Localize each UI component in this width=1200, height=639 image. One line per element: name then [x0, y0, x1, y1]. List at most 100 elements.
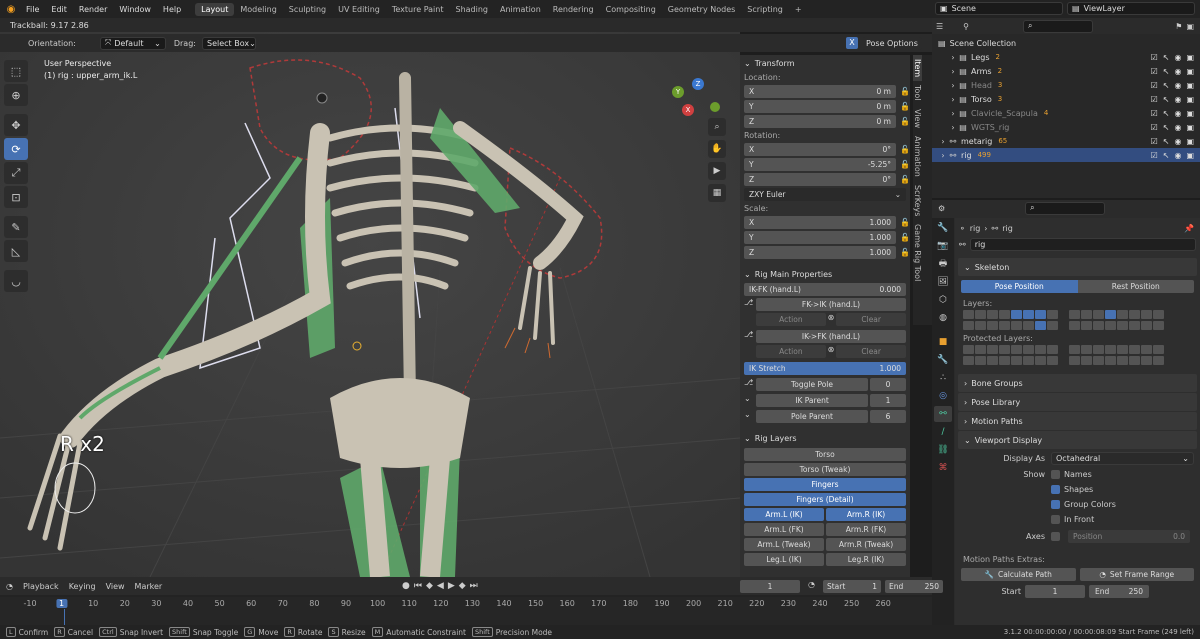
layer-toggle[interactable] [963, 356, 974, 365]
pose-library-section-header[interactable]: › Pose Library [958, 393, 1197, 411]
rotation-z-field[interactable]: Z 0° [744, 173, 896, 186]
rig-layer-button[interactable]: Fingers [744, 478, 906, 491]
rig-layer-button[interactable]: Arm.R (Tweak) [826, 538, 906, 551]
layer-toggle[interactable] [1023, 310, 1034, 319]
toggle-pole-value[interactable]: 0 [870, 378, 906, 391]
toggle-pole-button[interactable]: Toggle Pole [756, 378, 868, 391]
checkbox-icon[interactable]: ☑ [1151, 53, 1158, 62]
layer-toggle[interactable] [987, 321, 998, 330]
rig-layer-button[interactable]: Leg.R (IK) [826, 553, 906, 566]
fk-ik-action-button[interactable]: Action [756, 313, 826, 326]
checkbox-icon[interactable]: ☑ [1151, 123, 1158, 132]
eye-icon[interactable]: ◉ [1174, 81, 1181, 90]
outliner-item[interactable]: › ▤ Head 3 ☑ ↖ ◉ ▣ [932, 78, 1200, 92]
pole-parent-value[interactable]: 6 [870, 410, 906, 423]
axes-position-field[interactable]: Position 0.0 [1068, 530, 1190, 543]
next-keyframe-icon[interactable]: ◆ [459, 581, 466, 591]
gizmo-z-axis[interactable]: Z [692, 78, 704, 90]
armature-name-field[interactable]: rig [969, 238, 1196, 251]
lock-icon[interactable]: 🔓 [900, 102, 910, 111]
timeline-menu-keying[interactable]: Keying [69, 582, 96, 591]
workspace-tab-sculpting[interactable]: Sculpting [283, 3, 332, 16]
scale-y-field[interactable]: Y 1.000 [744, 231, 896, 244]
calculate-path-button[interactable]: 🔧 Calculate Path [961, 568, 1076, 581]
skeleton-section-header[interactable]: ⌄ Skeleton [958, 258, 1197, 276]
workspace-tab-rendering[interactable]: Rendering [547, 3, 600, 16]
axes-checkbox[interactable] [1051, 532, 1060, 541]
outliner-item[interactable]: › ▤ WGTS_rig ☑ ↖ ◉ ▣ [932, 120, 1200, 134]
layer-toggle[interactable] [1047, 321, 1058, 330]
layer-toggle[interactable] [1081, 321, 1092, 330]
end-frame-field[interactable]: End 250 [1089, 585, 1149, 598]
layer-toggle[interactable] [1081, 310, 1092, 319]
move-icon[interactable]: ✥ [4, 114, 28, 136]
lock-icon[interactable]: 🔓 [900, 160, 910, 169]
layer-toggle[interactable] [999, 310, 1010, 319]
layer-toggle[interactable] [975, 310, 986, 319]
expand-arrow-icon[interactable]: › [948, 95, 958, 104]
add-workspace-button[interactable]: + [789, 3, 808, 16]
bone-groups-section-header[interactable]: › Bone Groups [958, 374, 1197, 392]
object-tab-icon[interactable]: ■ [934, 334, 952, 350]
layer-toggle[interactable] [1023, 356, 1034, 365]
rig-layer-button[interactable]: Arm.L (IK) [744, 508, 824, 521]
pole-parent-button[interactable]: Pole Parent [756, 410, 868, 423]
sidebar-tab-game-rig-tool[interactable]: Game Rig Tool [913, 220, 922, 285]
expand-arrow-icon[interactable]: › [948, 81, 958, 90]
eye-icon[interactable]: ◉ [1174, 67, 1181, 76]
layer-toggle[interactable] [1141, 321, 1152, 330]
layer-toggle[interactable] [987, 345, 998, 354]
jump-end-icon[interactable]: ⏭ [470, 581, 478, 591]
ik-parent-button[interactable]: IK Parent [756, 394, 868, 407]
layer-toggle[interactable] [1035, 310, 1046, 319]
sidebar-tab-view[interactable]: View [913, 105, 922, 132]
layer-toggle[interactable] [1117, 356, 1128, 365]
camera-render-icon[interactable]: ▣ [1186, 151, 1194, 160]
layer-toggle[interactable] [999, 356, 1010, 365]
ik-parent-value[interactable]: 1 [870, 394, 906, 407]
timeline-menu-playback[interactable]: Playback [23, 582, 59, 591]
lock-icon[interactable]: 🔓 [900, 87, 910, 96]
select-arrow-icon[interactable]: ↖ [1163, 67, 1170, 76]
ik-fk-clear-button[interactable]: Clear [836, 345, 907, 358]
layer-toggle[interactable] [1153, 310, 1164, 319]
layer-toggle[interactable] [987, 310, 998, 319]
record-icon[interactable]: ● [402, 581, 410, 591]
particles-tab-icon[interactable]: ∴ [934, 370, 952, 386]
new-collection-icon[interactable]: ▣ [1186, 22, 1194, 31]
menu-window[interactable]: Window [113, 5, 157, 14]
properties-search-input[interactable]: ⌕ [1025, 201, 1106, 215]
scale-z-field[interactable]: Z 1.000 [744, 246, 896, 259]
rig-layer-button[interactable]: Arm.R (IK) [826, 508, 906, 521]
layer-toggle[interactable] [1035, 321, 1046, 330]
timeline-menu-view[interactable]: View [106, 582, 125, 591]
expand-arrow-icon[interactable]: › [948, 123, 958, 132]
gizmo-neg-y[interactable] [710, 102, 720, 112]
scene-tab-icon[interactable]: ⬡ [934, 292, 952, 308]
layer-toggle[interactable] [1011, 356, 1022, 365]
eye-icon[interactable]: ◉ [1174, 109, 1181, 118]
select-arrow-icon[interactable]: ↖ [1163, 81, 1170, 90]
layer-toggle[interactable] [1069, 321, 1080, 330]
layer-toggle[interactable] [1153, 345, 1164, 354]
playhead[interactable] [64, 609, 65, 625]
properties-editor-icon[interactable]: ⚙ [938, 204, 945, 213]
layer-toggle[interactable] [1093, 345, 1104, 354]
eye-icon[interactable]: ◉ [1174, 53, 1181, 62]
annotate-icon[interactable]: ✎ [4, 216, 28, 238]
expand-arrow-icon[interactable]: › [948, 67, 958, 76]
menu-edit[interactable]: Edit [45, 5, 73, 14]
modifier-tab-icon[interactable]: 🔧 [934, 352, 952, 368]
expand-arrow-icon[interactable]: › [948, 53, 958, 62]
rig-layer-button[interactable]: Fingers (Detail) [744, 493, 906, 506]
outliner-item[interactable]: › ▤ Arms 2 ☑ ↖ ◉ ▣ [932, 64, 1200, 78]
mirror-toggle-icon[interactable]: X [845, 37, 858, 49]
outliner-item[interactable]: › ⚯ metarig 65 ☑ ↖ ◉ ▣ [932, 134, 1200, 148]
timeline-ruler[interactable]: -10 1 10 20 30 40 50 60 70 80 90 100 110 120 130 140 150… [0, 597, 932, 625]
layer-toggle[interactable] [975, 356, 986, 365]
layer-toggle[interactable] [1069, 356, 1080, 365]
layer-toggle[interactable] [1153, 321, 1164, 330]
layer-toggle[interactable] [1093, 310, 1104, 319]
layer-toggle[interactable] [1035, 345, 1046, 354]
workspace-tab-texture-paint[interactable]: Texture Paint [386, 3, 450, 16]
